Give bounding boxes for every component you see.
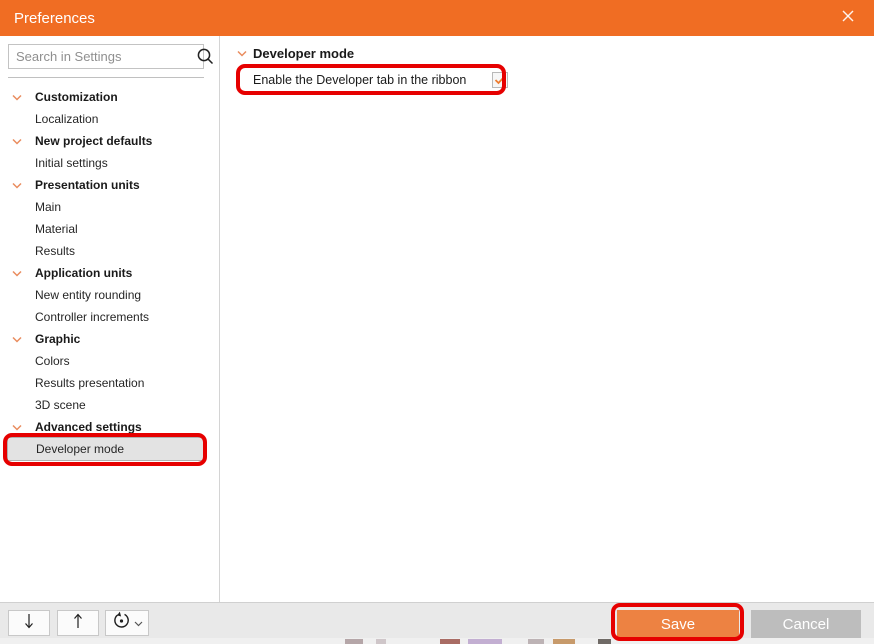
search-box	[8, 44, 214, 69]
chevron-down-icon	[12, 336, 22, 343]
footer-bar: Save Cancel	[0, 602, 874, 638]
preferences-dialog: Preferences Customization Localization New…	[0, 0, 874, 644]
window-title: Preferences	[14, 9, 95, 27]
section-header[interactable]: Developer mode	[237, 46, 354, 61]
chevron-down-icon	[12, 182, 22, 189]
move-up-button[interactable]	[57, 610, 99, 636]
check-icon	[495, 75, 506, 85]
sidebar-item-3d-scene[interactable]: 3D scene	[0, 394, 219, 416]
sidebar-item-label: New entity rounding	[35, 288, 142, 302]
sidebar-item-label: Colors	[35, 354, 70, 368]
chevron-down-icon	[12, 424, 22, 431]
developer-tab-checkbox[interactable]	[492, 72, 509, 88]
sidebar-item-label: Presentation units	[35, 178, 140, 192]
sidebar-item-label: Results	[35, 244, 76, 258]
titlebar: Preferences	[0, 0, 874, 36]
sidebar-item-label: 3D scene	[35, 398, 86, 412]
cancel-button[interactable]: Cancel	[751, 610, 861, 638]
sidebar-item-developer-mode[interactable]: Developer mode	[7, 437, 204, 461]
sidebar-item-label: Controller increments	[35, 310, 150, 324]
sidebar-item-new-entity-rounding[interactable]: New entity rounding	[0, 284, 219, 306]
background-window-strip	[0, 638, 874, 644]
sidebar-item-label: Results presentation	[35, 376, 145, 390]
sidebar-item-label: Main	[35, 200, 62, 214]
sidebar-item-graphic[interactable]: Graphic	[0, 328, 219, 350]
search-input[interactable]	[9, 46, 196, 67]
sidebar-item-initial-settings[interactable]: Initial settings	[0, 152, 219, 174]
chevron-down-icon	[12, 270, 22, 277]
sidebar-item-presentation-units[interactable]: Presentation units	[0, 174, 219, 196]
developer-tab-setting-row: Enable the Developer tab in the ribbon	[253, 72, 509, 88]
search-icon[interactable]	[196, 45, 215, 68]
settings-sidebar: Customization Localization New project def…	[0, 36, 220, 602]
sidebar-item-label: Developer mode	[36, 442, 125, 456]
sidebar-item-application-units[interactable]: Application units	[0, 262, 219, 284]
sidebar-item-advanced-settings[interactable]: Advanced settings	[0, 416, 219, 438]
background-window-fragment	[598, 639, 611, 644]
close-button[interactable]	[828, 0, 868, 36]
sidebar-item-label: Customization	[35, 90, 118, 104]
sidebar-item-label: Initial settings	[35, 156, 108, 170]
arrow-down-icon	[22, 612, 36, 635]
background-window-fragment	[345, 639, 363, 644]
background-window-fragment	[528, 639, 544, 644]
sidebar-item-main[interactable]: Main	[0, 196, 219, 218]
reset-icon	[112, 611, 131, 635]
sidebar-item-controller-increments[interactable]: Controller increments	[0, 306, 219, 328]
section-title: Developer mode	[253, 46, 355, 61]
sidebar-item-new-project-defaults[interactable]: New project defaults	[0, 130, 219, 152]
sidebar-item-label: Application units	[35, 266, 133, 280]
background-window-fragment	[553, 639, 575, 644]
reset-defaults-button[interactable]	[105, 610, 149, 636]
sidebar-item-label: Localization	[35, 112, 99, 126]
settings-panel: Developer mode Enable the Developer tab …	[220, 36, 874, 602]
divider	[8, 77, 204, 78]
sidebar-item-results-presentation[interactable]: Results presentation	[0, 372, 219, 394]
sidebar-item-label: Material	[35, 222, 78, 236]
background-window-fragment	[468, 639, 502, 644]
arrow-up-icon	[71, 612, 85, 635]
settings-tree: Customization Localization New project def…	[0, 86, 219, 461]
background-window-fragment	[376, 639, 386, 644]
sidebar-item-label: Graphic	[35, 332, 81, 346]
save-button[interactable]: Save	[617, 610, 739, 638]
chevron-down-icon	[12, 138, 22, 145]
chevron-down-icon	[134, 614, 143, 632]
move-down-button[interactable]	[8, 610, 50, 636]
sidebar-item-material[interactable]: Material	[0, 218, 219, 240]
background-window-fragment	[440, 639, 460, 644]
sidebar-item-customization[interactable]: Customization	[0, 86, 219, 108]
sidebar-item-label: New project defaults	[35, 134, 153, 148]
sidebar-item-colors[interactable]: Colors	[0, 350, 219, 372]
sidebar-item-localization[interactable]: Localization	[0, 108, 219, 130]
checkbox-label: Enable the Developer tab in the ribbon	[253, 73, 467, 87]
chevron-down-icon	[12, 94, 22, 101]
chevron-down-icon	[237, 50, 247, 57]
sidebar-item-label: Advanced settings	[35, 420, 142, 434]
sidebar-item-results[interactable]: Results	[0, 240, 219, 262]
close-icon	[841, 9, 855, 28]
